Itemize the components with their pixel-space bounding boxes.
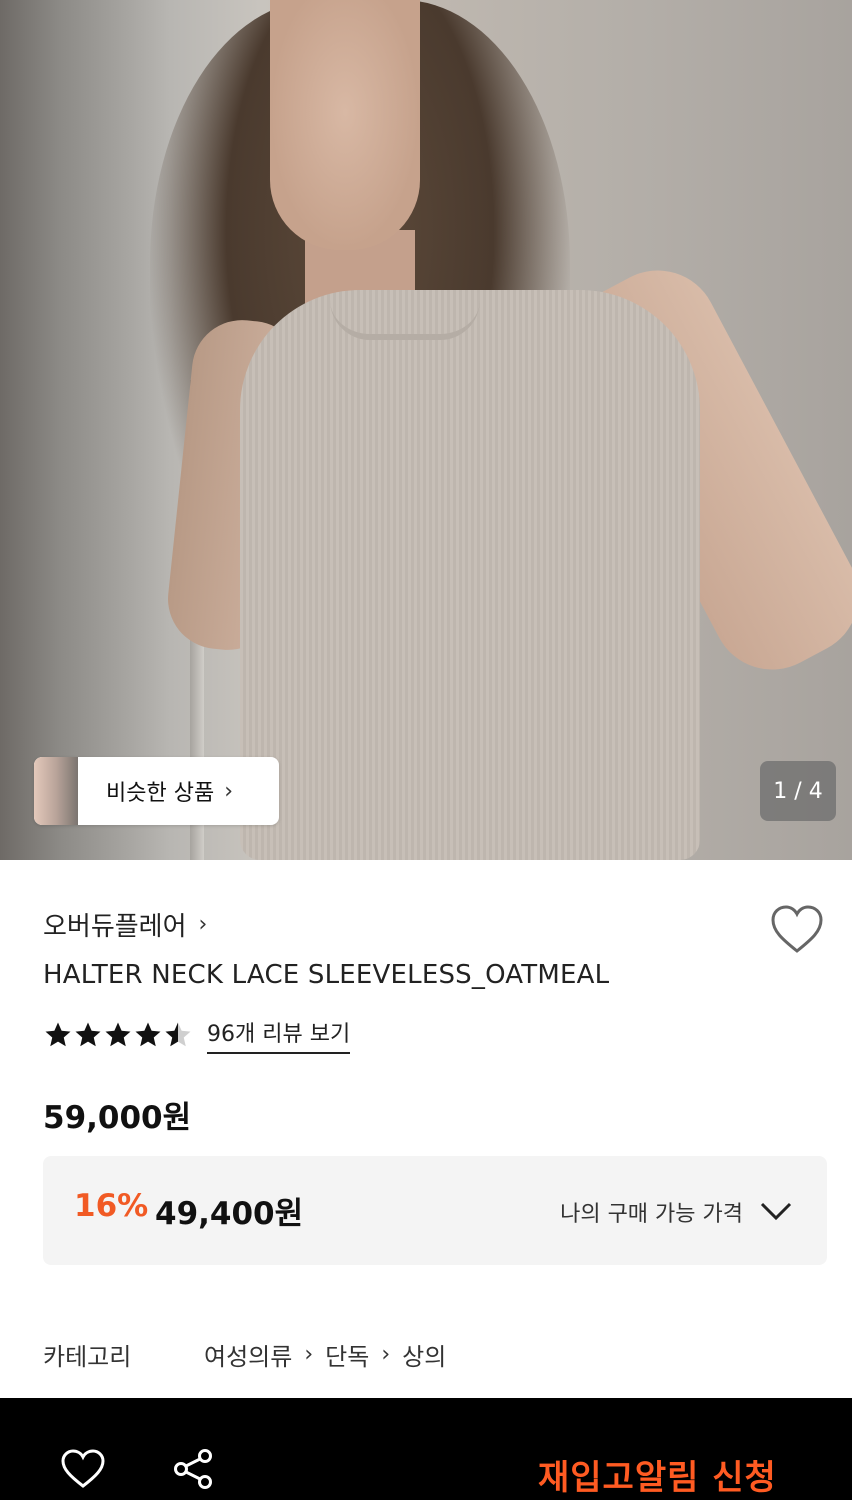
star-full-icon <box>45 1022 71 1047</box>
rating-stars <box>43 1020 193 1050</box>
restock-alert-button[interactable]: 재입고알림 신청 <box>538 1450 777 1499</box>
review-link[interactable]: 96개 리뷰 보기 <box>207 1016 351 1054</box>
image-page-counter: 1 / 4 <box>760 761 836 821</box>
star-full-icon <box>135 1022 161 1047</box>
similar-product-thumbnail <box>34 757 78 825</box>
sleeveless-top <box>240 290 700 860</box>
brand-name: 오버듀플레어 <box>43 912 187 942</box>
my-price-dropdown[interactable]: 16% 49,400원 나의 구매 가능 가격 <box>43 1156 827 1265</box>
similar-products-label: 비슷한 상품 <box>106 781 215 806</box>
star-full-icon <box>75 1022 101 1047</box>
chevron-right-icon: › <box>198 912 208 937</box>
breadcrumb-item-exclusive[interactable]: 단독 <box>325 1337 369 1372</box>
chevron-right-icon: › <box>224 778 234 804</box>
wishlist-heart-icon[interactable] <box>770 904 824 956</box>
original-price: 59,000원 <box>43 1100 192 1136</box>
category-label: 카테고리 <box>43 1343 132 1371</box>
star-full-icon <box>105 1022 131 1047</box>
breadcrumb-item-womens-clothing[interactable]: 여성의류 <box>204 1337 292 1372</box>
chevron-right-icon: › <box>381 1342 391 1367</box>
rating-row: 96개 리뷰 보기 <box>43 1016 351 1054</box>
product-image[interactable] <box>0 0 852 860</box>
similar-products-button[interactable]: 비슷한 상품 › <box>34 757 279 825</box>
breadcrumb-item-tops[interactable]: 상의 <box>402 1337 446 1372</box>
star-half-icon <box>165 1022 191 1047</box>
model-face <box>270 0 420 250</box>
brand-link[interactable]: 오버듀플레어 › <box>43 906 207 943</box>
chevron-down-icon <box>760 1202 792 1221</box>
breadcrumb: 여성의류 › 단독 › 상의 <box>204 1337 446 1372</box>
buy-price-label: 나의 구매 가능 가격 <box>560 1202 743 1227</box>
discount-percent: 16% <box>74 1188 149 1224</box>
discount-price: 49,400원 <box>155 1196 304 1232</box>
share-icon[interactable] <box>172 1448 214 1490</box>
top-neckline <box>330 300 480 340</box>
product-name: HALTER NECK LACE SLEEVELESS_OATMEAL <box>43 960 610 990</box>
heart-icon[interactable] <box>60 1448 106 1490</box>
chevron-right-icon: › <box>304 1342 314 1367</box>
